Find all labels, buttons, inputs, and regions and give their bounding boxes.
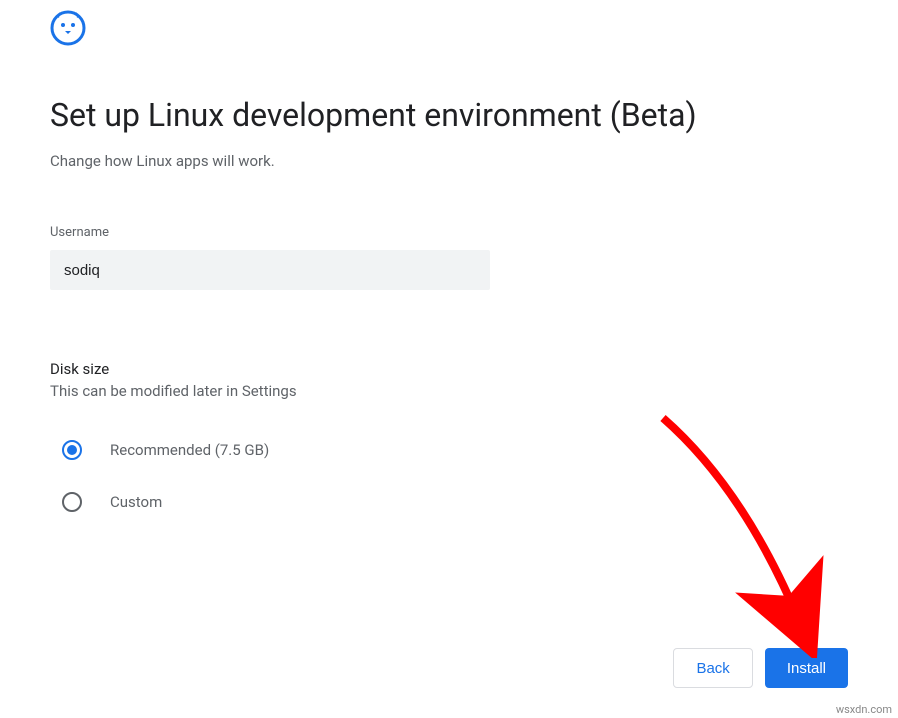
- radio-icon: [62, 492, 82, 512]
- disk-size-title: Disk size: [50, 360, 848, 378]
- page-subtitle: Change how Linux apps will work.: [50, 152, 848, 170]
- page-title: Set up Linux development environment (Be…: [50, 96, 848, 134]
- penguin-icon: [50, 10, 86, 46]
- radio-icon: [62, 440, 82, 460]
- button-row: Back Install: [673, 648, 848, 688]
- back-button[interactable]: Back: [673, 648, 752, 688]
- radio-option-recommended[interactable]: Recommended (7.5 GB): [62, 440, 848, 460]
- username-section: Username: [50, 225, 848, 360]
- disk-size-radio-group: Recommended (7.5 GB) Custom: [50, 440, 848, 512]
- username-label: Username: [50, 225, 848, 240]
- install-button[interactable]: Install: [765, 648, 848, 688]
- disk-size-section: Disk size This can be modified later in …: [50, 360, 848, 512]
- watermark: wsxdn.com: [836, 703, 892, 716]
- radio-option-custom[interactable]: Custom: [62, 492, 848, 512]
- radio-label: Custom: [110, 493, 162, 511]
- disk-size-subtitle: This can be modified later in Settings: [50, 382, 848, 400]
- radio-label: Recommended (7.5 GB): [110, 441, 269, 459]
- username-input[interactable]: [50, 250, 490, 290]
